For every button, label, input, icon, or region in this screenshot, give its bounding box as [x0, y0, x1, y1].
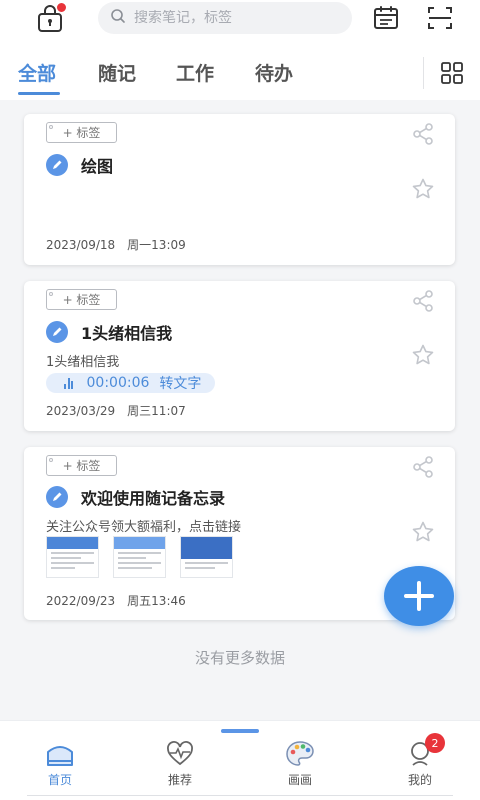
note-date: 2023/03/29 周三11:07 — [46, 404, 186, 418]
share-icon[interactable] — [411, 122, 435, 146]
search-icon — [110, 8, 126, 28]
tab-divider — [423, 57, 424, 89]
grid-view-icon[interactable] — [441, 62, 463, 84]
add-tag-button[interactable]: + 标签 — [46, 122, 117, 143]
nav-profile[interactable]: 2 我的 — [380, 733, 460, 788]
search-input[interactable] — [134, 10, 334, 26]
thumbnail-image[interactable] — [180, 536, 233, 578]
note-title-row: 1头绪相信我 — [46, 320, 172, 344]
note-card[interactable]: + 标签 绘图 2023/09/18 周一13:09 — [24, 114, 455, 265]
add-tag-button[interactable]: + 标签 — [46, 289, 117, 310]
note-preview: 1头绪相信我 — [46, 355, 120, 370]
calendar-icon[interactable] — [373, 5, 399, 31]
home-icon — [45, 739, 75, 769]
audio-wave-icon — [64, 377, 75, 389]
note-title: 欢迎使用随记备忘录 — [81, 489, 226, 508]
active-tab-indicator — [18, 92, 60, 95]
attachment-thumbnails — [46, 536, 247, 578]
drag-handle[interactable] — [221, 729, 259, 733]
search-bar[interactable] — [98, 2, 352, 34]
note-title-row: 欢迎使用随记备忘录 — [46, 485, 225, 509]
tab-todo[interactable]: 待办 — [255, 59, 293, 86]
nav-recommend[interactable]: 推荐 — [140, 739, 220, 788]
note-card[interactable]: + 标签 1头绪相信我 1头绪相信我 00:00:06 转文字 2023/03/… — [24, 281, 455, 431]
home-indicator-line — [27, 795, 453, 796]
tab-work[interactable]: 工作 — [176, 59, 214, 86]
tab-notes[interactable]: 随记 — [98, 59, 136, 86]
notification-badge: 2 — [425, 733, 445, 753]
star-icon[interactable] — [411, 520, 435, 544]
thumbnail-image[interactable] — [46, 536, 99, 578]
note-title: 1头绪相信我 — [81, 324, 173, 343]
profile-icon: 2 — [405, 733, 445, 769]
audio-duration: 00:00:06 — [86, 375, 150, 391]
note-preview: 关注公众号领大额福利，点击链接 — [46, 520, 242, 535]
transcribe-button[interactable]: 转文字 — [159, 373, 201, 393]
pen-icon — [46, 154, 68, 176]
audio-clip[interactable]: 00:00:06 转文字 — [46, 373, 216, 393]
note-date: 2023/09/18 周一13:09 — [46, 238, 186, 252]
note-date: 2022/09/23 周五13:46 — [46, 594, 186, 608]
pen-icon — [46, 486, 68, 508]
palette-icon — [285, 739, 315, 769]
note-title-row: 绘图 — [46, 153, 113, 177]
scan-icon[interactable] — [427, 5, 453, 31]
tab-all[interactable]: 全部 — [18, 59, 56, 86]
nav-paint[interactable]: 画画 — [260, 739, 340, 788]
note-title: 绘图 — [81, 157, 114, 176]
plus-icon — [404, 581, 434, 611]
list-end-text: 没有更多数据 — [194, 649, 285, 667]
heart-pulse-icon — [165, 739, 195, 769]
nav-home[interactable]: 首页 — [20, 739, 100, 788]
add-note-button[interactable] — [384, 566, 454, 626]
star-icon[interactable] — [411, 343, 435, 367]
notification-dot — [56, 2, 67, 13]
lock-icon[interactable] — [36, 2, 67, 34]
add-tag-button[interactable]: + 标签 — [46, 455, 117, 476]
top-bar: 全部 随记 工作 待办 — [0, 0, 480, 100]
bottom-nav: 首页 推荐 画画 2 我的 — [0, 720, 480, 800]
share-icon[interactable] — [411, 289, 435, 313]
category-tabs: 全部 随记 工作 待办 — [0, 55, 420, 95]
pen-icon — [46, 321, 68, 343]
thumbnail-image[interactable] — [113, 536, 166, 578]
star-icon[interactable] — [411, 177, 435, 201]
share-icon[interactable] — [411, 455, 435, 479]
